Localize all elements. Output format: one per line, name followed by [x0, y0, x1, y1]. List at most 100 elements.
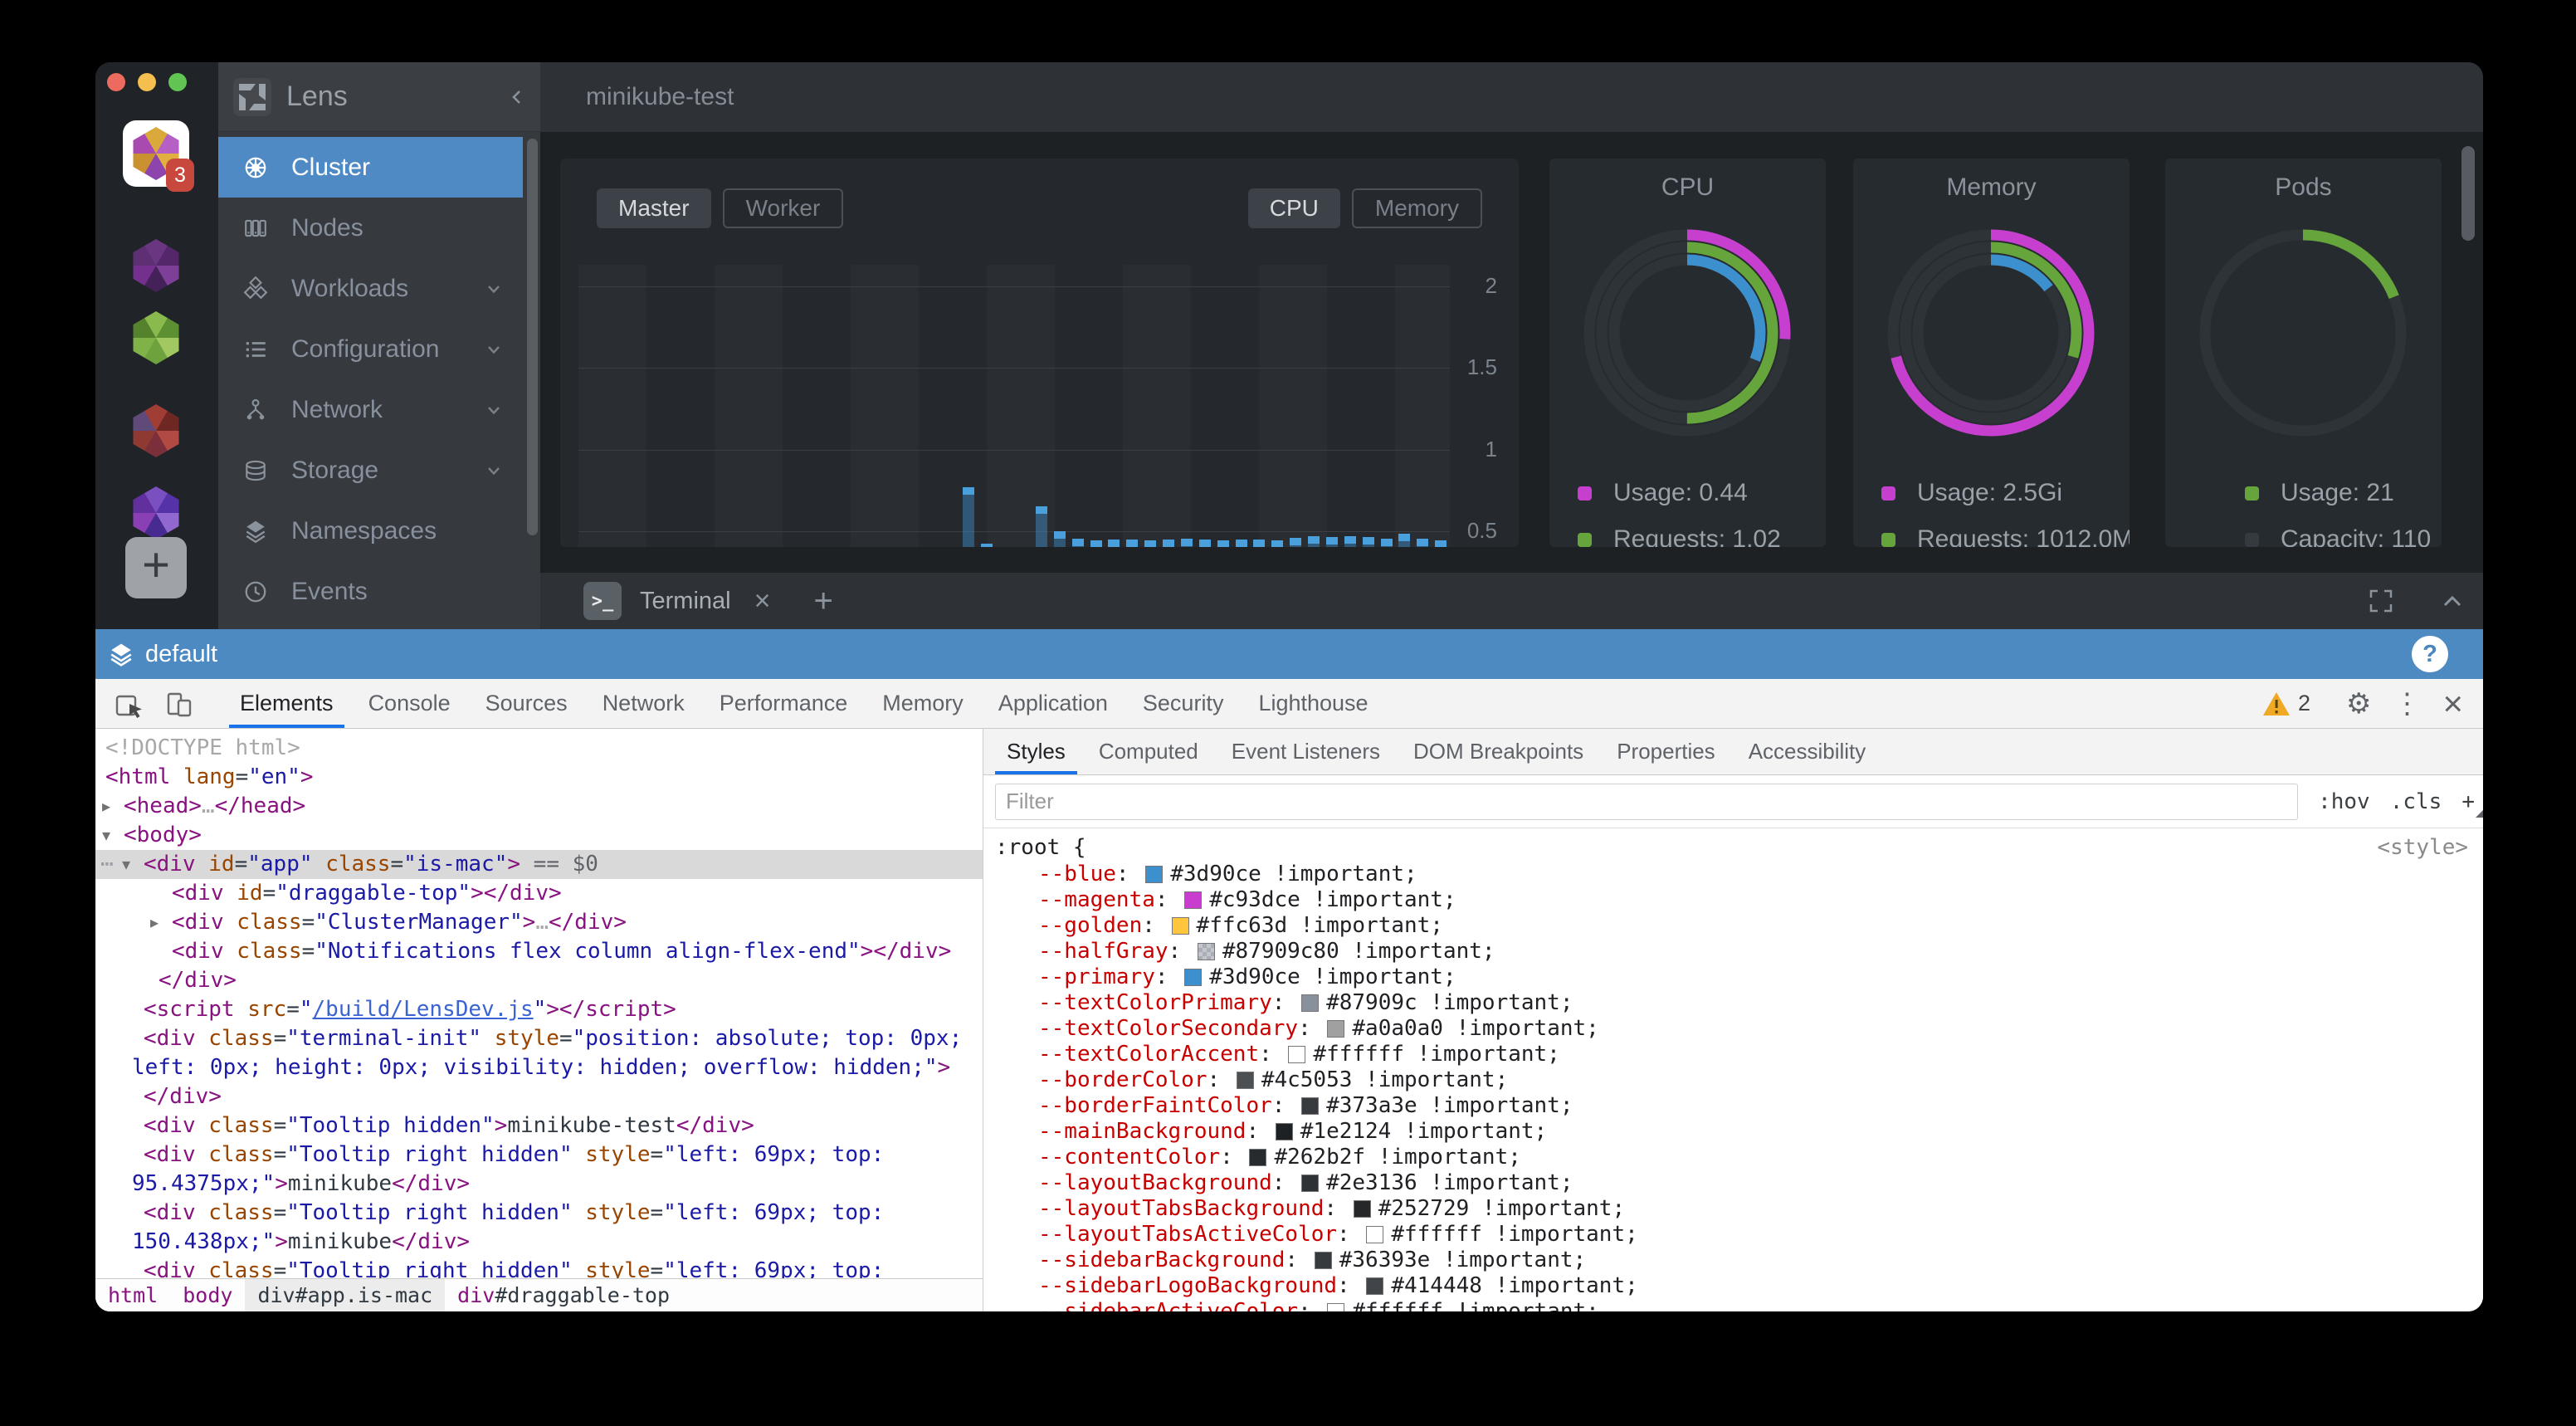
css-variable-line[interactable]: --mainBackground: #1e2124 !important;: [995, 1119, 2483, 1145]
dom-tree-row[interactable]: 95.4375px;">minikube</div>: [95, 1170, 983, 1199]
expand-arrow-closed-icon[interactable]: ▸: [150, 908, 159, 937]
devtools-tab-lighthouse[interactable]: Lighthouse: [1241, 679, 1385, 728]
styles-tab-properties[interactable]: Properties: [1600, 729, 1732, 774]
dom-tree-row[interactable]: </div>: [95, 1082, 983, 1111]
color-swatch[interactable]: [1315, 1252, 1332, 1269]
terminal-add-button[interactable]: +: [813, 583, 832, 620]
css-variable-line[interactable]: --sidebarLogoBackground: #414448 !import…: [995, 1273, 2483, 1299]
pseudo-state-toggle[interactable]: :hov: [2318, 789, 2370, 814]
zoom-window-button[interactable]: [168, 73, 187, 91]
css-variable-line[interactable]: --textColorAccent: #ffffff !important;: [995, 1042, 2483, 1067]
css-variable-line[interactable]: --sidebarBackground: #36393e !important;: [995, 1248, 2483, 1273]
css-variable-line[interactable]: --magenta: #c93dce !important;: [995, 887, 2483, 913]
color-swatch[interactable]: [1354, 1200, 1371, 1218]
css-variable-line[interactable]: --layoutBackground: #2e3136 !important;: [995, 1170, 2483, 1196]
expand-arrow-closed-icon[interactable]: ▸: [102, 792, 110, 821]
color-swatch[interactable]: [1276, 1123, 1293, 1140]
color-swatch[interactable]: [1327, 1303, 1344, 1311]
dom-tree-row[interactable]: ▸<head>…</head>: [95, 792, 983, 821]
color-swatch[interactable]: [1184, 969, 1202, 986]
color-swatch[interactable]: [1327, 1020, 1344, 1038]
terminal-close-button[interactable]: ×: [754, 585, 771, 618]
breadcrumb-item[interactable]: html: [95, 1279, 170, 1311]
sidebar-item-workloads[interactable]: Workloads: [218, 258, 523, 319]
dom-tree-row[interactable]: <html lang="en">: [95, 763, 983, 792]
color-swatch[interactable]: [1301, 1097, 1319, 1115]
styles-tab-styles[interactable]: Styles: [990, 729, 1082, 774]
minimize-window-button[interactable]: [138, 73, 156, 91]
node-toggle-worker[interactable]: Worker: [723, 188, 844, 228]
source-link[interactable]: /build/LensDev.js: [313, 997, 534, 1022]
dom-tree-row[interactable]: 150.438px;">minikube</div>: [95, 1228, 983, 1257]
dom-tree-row[interactable]: <div class="Tooltip right hidden" style=…: [95, 1140, 983, 1170]
css-variable-line[interactable]: --halfGray: #87909c80 !important;: [995, 939, 2483, 965]
color-swatch[interactable]: [1301, 1174, 1319, 1192]
dom-tree-row[interactable]: left: 0px; height: 0px; visibility: hidd…: [95, 1053, 983, 1082]
color-swatch[interactable]: [1301, 994, 1319, 1012]
css-variable-line[interactable]: --textColorPrimary: #87909c !important;: [995, 990, 2483, 1016]
css-variable-line[interactable]: --borderFaintColor: #373a3e !important;: [995, 1093, 2483, 1119]
terminal-fullscreen-button[interactable]: [2369, 588, 2393, 613]
css-variable-line[interactable]: --golden: #ffc63d !important;: [995, 913, 2483, 939]
row-actions-ellipsis[interactable]: ⋯: [100, 850, 115, 879]
styles-filter-input[interactable]: [995, 784, 2298, 820]
cluster-icon-1[interactable]: 3: [123, 120, 189, 187]
color-swatch[interactable]: [1366, 1277, 1383, 1295]
expand-arrow-open-icon[interactable]: ▾: [102, 821, 110, 850]
sidebar-item-events[interactable]: Events: [218, 561, 523, 622]
cluster-icon-4[interactable]: [123, 398, 189, 464]
devtools-tab-security[interactable]: Security: [1125, 679, 1242, 728]
help-button[interactable]: ?: [2412, 636, 2448, 672]
inspect-element-button[interactable]: [114, 688, 145, 720]
expand-arrow-open-icon[interactable]: ▾: [122, 850, 130, 879]
cluster-icon-3[interactable]: [123, 305, 189, 371]
devtools-tab-application[interactable]: Application: [981, 679, 1125, 728]
breadcrumb-item[interactable]: div#draggable-top: [445, 1279, 682, 1311]
dom-tree-row[interactable]: </div>: [95, 966, 983, 995]
dom-tree-row[interactable]: <div class="Tooltip hidden">minikube-tes…: [95, 1111, 983, 1140]
sidebar-scrollbar[interactable]: [527, 139, 538, 535]
color-swatch[interactable]: [1145, 866, 1163, 883]
styles-tab-event-listeners[interactable]: Event Listeners: [1215, 729, 1397, 774]
device-toolbar-button[interactable]: [163, 688, 195, 720]
css-variable-line[interactable]: --contentColor: #262b2f !important;: [995, 1145, 2483, 1170]
close-window-button[interactable]: [107, 73, 125, 91]
sidebar-item-namespaces[interactable]: Namespaces: [218, 501, 523, 561]
dom-tree-row[interactable]: <div class="terminal-init" style="positi…: [95, 1024, 983, 1053]
devtools-tab-network[interactable]: Network: [585, 679, 702, 728]
styles-tab-computed[interactable]: Computed: [1082, 729, 1215, 774]
sidebar-item-cluster[interactable]: Cluster: [218, 137, 523, 198]
sidebar-item-configuration[interactable]: Configuration: [218, 319, 523, 379]
devtools-tab-memory[interactable]: Memory: [865, 679, 981, 728]
metric-toggle-memory[interactable]: Memory: [1352, 188, 1482, 228]
element-classes-toggle[interactable]: .cls: [2390, 789, 2442, 814]
overview-scrollbar[interactable]: [2461, 146, 2475, 241]
new-style-rule-button[interactable]: +: [2461, 789, 2475, 814]
dom-tree-row[interactable]: <!DOCTYPE html>: [95, 734, 983, 763]
devtools-tab-performance[interactable]: Performance: [702, 679, 866, 728]
css-variable-line[interactable]: --sidebarActiveColor: #ffffff !important…: [995, 1299, 2483, 1311]
color-swatch[interactable]: [1198, 943, 1215, 960]
color-swatch[interactable]: [1184, 891, 1202, 909]
add-cluster-button[interactable]: +: [125, 537, 187, 598]
dom-tree-row[interactable]: <div class="Notifications flex column al…: [95, 937, 983, 966]
styles-tab-accessibility[interactable]: Accessibility: [1732, 729, 1883, 774]
cluster-icon-2[interactable]: [123, 232, 189, 299]
devtools-settings-button[interactable]: ⚙: [2346, 687, 2371, 720]
breadcrumb-item[interactable]: div#app.is-mac: [245, 1279, 445, 1311]
sidebar-item-nodes[interactable]: Nodes: [218, 198, 523, 258]
devtools-tab-elements[interactable]: Elements: [222, 679, 351, 728]
css-variable-line[interactable]: --textColorSecondary: #a0a0a0 !important…: [995, 1016, 2483, 1042]
sidebar-item-storage[interactable]: Storage: [218, 440, 523, 501]
color-swatch[interactable]: [1249, 1149, 1266, 1166]
stylesheet-source[interactable]: <style>: [2377, 835, 2468, 860]
css-selector[interactable]: :root {: [995, 833, 2483, 862]
css-variable-line[interactable]: --layoutTabsBackground: #252729 !importa…: [995, 1196, 2483, 1222]
dom-tree-row[interactable]: <script src="/build/LensDev.js"></script…: [95, 995, 983, 1024]
node-toggle-master[interactable]: Master: [597, 188, 711, 228]
devtools-tab-console[interactable]: Console: [351, 679, 468, 728]
sidebar-item-network[interactable]: Network: [218, 379, 523, 440]
terminal-collapse-button[interactable]: [2442, 592, 2463, 610]
dom-tree-row[interactable]: ⋯▾<div id="app" class="is-mac"> == $0: [95, 850, 983, 879]
dom-tree-row[interactable]: <div id="draggable-top"></div>: [95, 879, 983, 908]
